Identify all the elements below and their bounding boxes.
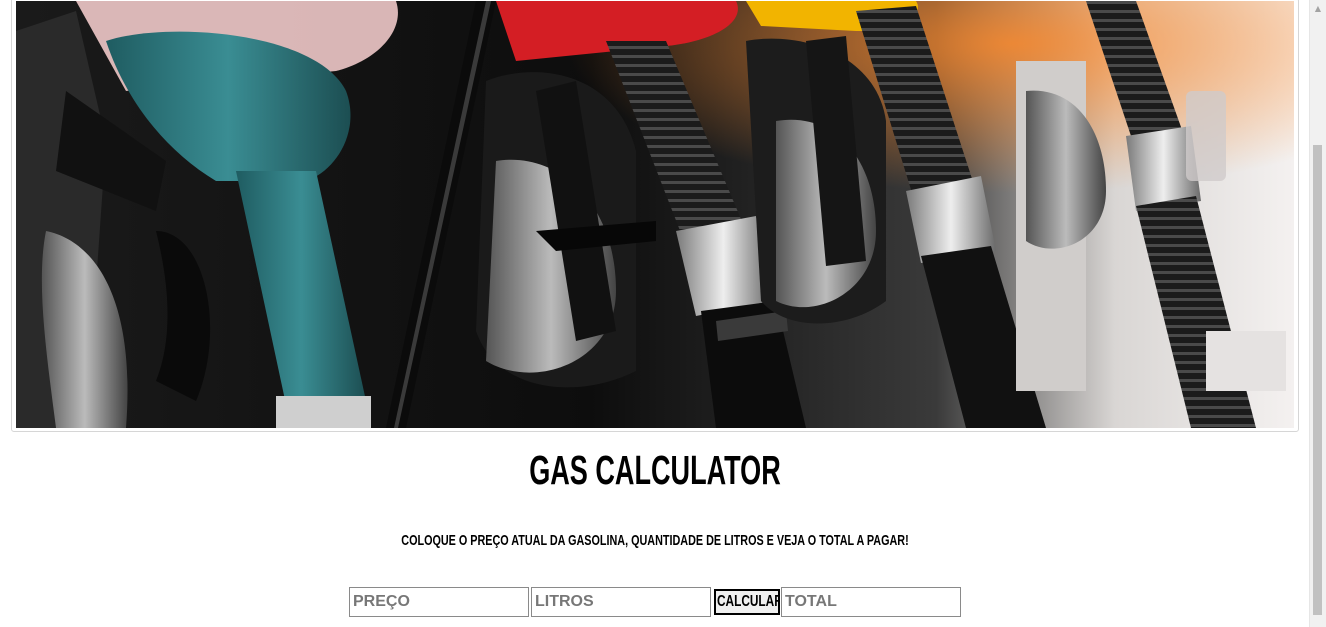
page: ▲ GAS CALCULATOR COLOQUE O PREÇO ATUAL D… [0,0,1326,627]
page-title: GAS CALCULATOR [529,447,781,493]
total-output[interactable] [781,587,961,617]
scroll-up-arrow-icon[interactable]: ▲ [1310,0,1326,17]
calculate-button[interactable]: CALCULAR [714,589,780,615]
vertical-scrollbar[interactable]: ▲ [1309,0,1326,627]
hero-image-frame [11,0,1299,432]
calculate-button-label: CALCULAR [717,593,780,610]
liters-input[interactable] [531,587,711,617]
price-input[interactable] [349,587,529,617]
scroll-thumb[interactable] [1313,145,1322,615]
instructions-text: COLOQUE O PREÇO ATUAL DA GASOLINA, QUANT… [401,532,909,549]
fuel-pump-nozzles-image [16,1,1294,428]
